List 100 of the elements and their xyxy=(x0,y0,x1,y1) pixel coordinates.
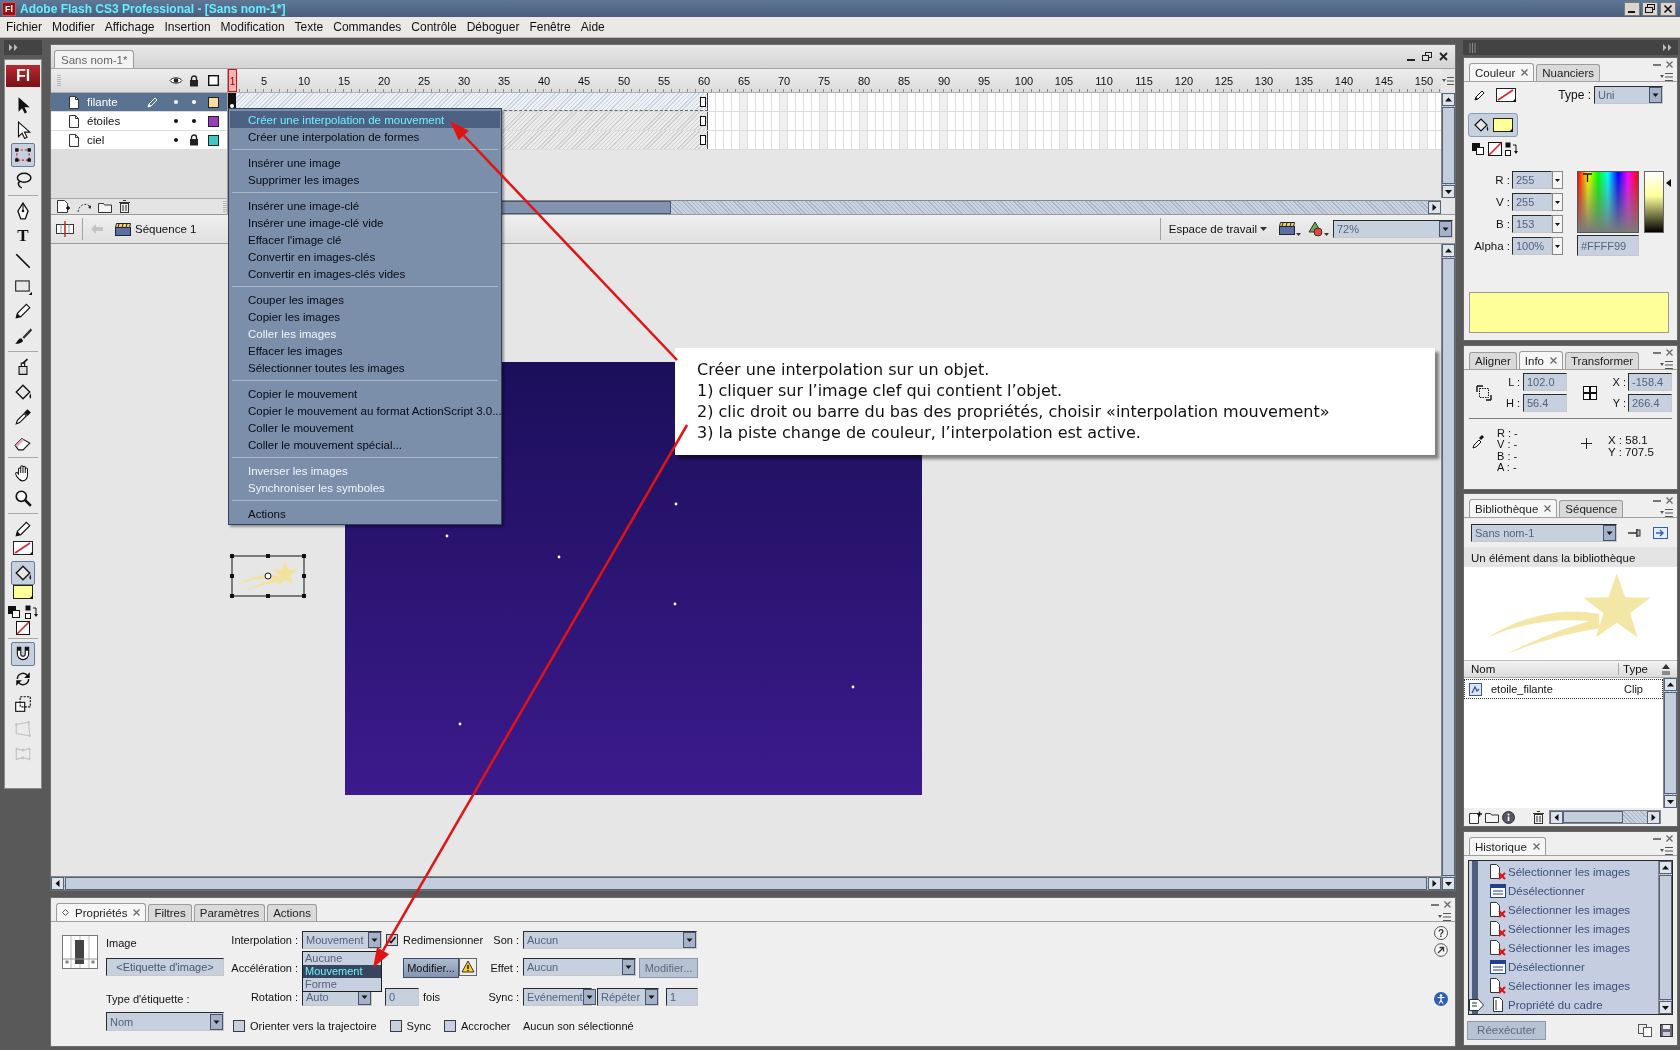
scroll-right-icon[interactable] xyxy=(1428,201,1441,214)
save-icon[interactable] xyxy=(1660,1023,1673,1037)
paint-bucket-icon[interactable] xyxy=(14,383,32,401)
new-library-icon[interactable] xyxy=(1653,526,1668,540)
edit-button[interactable]: Modifier... xyxy=(403,958,459,978)
menu-item[interactable]: Fenêtre xyxy=(524,18,576,36)
channel-field[interactable]: 255 xyxy=(1512,193,1552,211)
eye-icon[interactable] xyxy=(169,76,183,85)
close-panel-icon[interactable] xyxy=(1666,349,1673,356)
rotation-count-field[interactable]: 0 xyxy=(385,988,419,1006)
scroll-down-icon[interactable] xyxy=(1659,1001,1672,1014)
fill-type-dropdown[interactable]: Uni xyxy=(1594,85,1663,104)
playhead[interactable]: 1 xyxy=(228,69,237,92)
menu-item[interactable]: Coller le mouvement spécial... xyxy=(230,436,500,453)
menu-item[interactable]: Déboguer xyxy=(461,18,525,36)
no-color-icon[interactable] xyxy=(16,621,30,635)
timeline-menu-icon[interactable] xyxy=(1442,76,1454,86)
menu-item[interactable]: Insérer une image-clé vide xyxy=(230,214,500,231)
menu-item[interactable]: Sélectionner toutes les images xyxy=(230,359,500,376)
stroke-swatch[interactable] xyxy=(1496,87,1516,102)
vertical-scrollbar[interactable] xyxy=(1658,861,1672,1014)
close-panel-icon[interactable] xyxy=(1444,901,1451,908)
folder-icon[interactable] xyxy=(98,200,112,213)
menu-item[interactable]: Créer une interpolation de formes xyxy=(230,128,500,145)
menu-item[interactable]: Effacer l'image clé xyxy=(230,231,500,248)
menu-item[interactable]: Modifier xyxy=(47,18,100,36)
scroll-thumb[interactable] xyxy=(1442,107,1455,184)
value-field[interactable]: 56.4 xyxy=(1523,394,1567,412)
no-color-icon[interactable] xyxy=(1488,142,1502,156)
hex-field[interactable]: #FFFF99 xyxy=(1577,235,1639,256)
menu-item[interactable]: Contrôle xyxy=(406,18,462,36)
repeat-dropdown[interactable]: Répéter xyxy=(597,988,659,1006)
dropdown-option[interactable]: Forme xyxy=(303,978,339,991)
panel-tab[interactable]: Séquence xyxy=(1559,500,1624,517)
menu-item[interactable]: Insérer une image-clé xyxy=(230,197,500,214)
panel-menu-icon[interactable] xyxy=(1660,72,1673,82)
trash-icon[interactable] xyxy=(1533,810,1544,824)
panel-tab[interactable]: Actions xyxy=(267,904,317,921)
new-symbol-icon[interactable] xyxy=(1469,810,1482,824)
unlocked-dot-icon[interactable] xyxy=(192,119,196,123)
panel-menu-icon[interactable] xyxy=(1660,846,1673,856)
edit-scene-icon[interactable] xyxy=(1279,221,1301,237)
menu-item[interactable]: Copier le mouvement xyxy=(230,385,500,402)
panel-tab[interactable]: Nuanciers xyxy=(1536,64,1601,81)
checkbox[interactable] xyxy=(233,1020,245,1032)
scroll-thumb[interactable] xyxy=(1659,875,1672,1000)
checkbox[interactable] xyxy=(444,1020,456,1032)
rectangle-icon[interactable] xyxy=(14,277,32,295)
slider-marker-icon[interactable] xyxy=(1666,179,1671,187)
pencil-icon[interactable] xyxy=(14,302,32,320)
copy-steps-icon[interactable] xyxy=(1638,1023,1652,1037)
menu-item[interactable]: Commandes xyxy=(328,18,407,36)
workspace-menu[interactable]: Espace de travail xyxy=(1168,223,1267,235)
menu-item[interactable]: Créer une interpolation de mouvement xyxy=(230,111,500,128)
panel-menu-icon[interactable] xyxy=(1660,360,1673,370)
visible-dot-icon[interactable] xyxy=(174,100,178,104)
help-button[interactable]: ? xyxy=(1434,926,1448,940)
menu-item[interactable]: Insérer une image xyxy=(230,154,500,171)
scroll-thumb[interactable] xyxy=(1563,811,1623,823)
menu-item[interactable]: Copier le mouvement au format ActionScript 3.0... xyxy=(230,402,500,419)
vertical-scrollbar[interactable] xyxy=(1441,93,1455,198)
scroll-up-icon[interactable] xyxy=(1664,678,1677,691)
fill-swatch[interactable] xyxy=(13,585,33,599)
transform-box[interactable] xyxy=(230,554,306,598)
channel-field[interactable]: 153 xyxy=(1512,215,1552,233)
scroll-thumb[interactable] xyxy=(1664,692,1677,794)
line-icon[interactable] xyxy=(14,252,32,270)
pin-icon[interactable] xyxy=(1626,526,1641,540)
fill-color-control[interactable] xyxy=(1468,113,1518,137)
history-step[interactable]: Sélectionner les images xyxy=(1508,922,1631,935)
menu-item[interactable]: Coller le mouvement xyxy=(230,419,500,436)
circle-arrow-icon[interactable] xyxy=(1434,943,1448,957)
menu-item[interactable]: Effacer les images xyxy=(230,342,500,359)
checkbox[interactable] xyxy=(386,934,398,946)
minimize-icon[interactable] xyxy=(1624,1,1640,16)
panel-menu-icon[interactable] xyxy=(1438,912,1451,922)
default-colors-icon[interactable] xyxy=(1471,142,1485,156)
value-field[interactable]: 266.4 xyxy=(1628,394,1672,412)
history-step[interactable]: Sélectionner les images xyxy=(1508,903,1631,916)
menu-item[interactable]: Couper les images xyxy=(230,291,500,308)
close-icon[interactable] xyxy=(1439,52,1448,61)
transform-box-icon[interactable] xyxy=(11,143,35,167)
channel-field[interactable]: 255 xyxy=(1512,171,1552,189)
sound-dropdown[interactable]: Aucun xyxy=(523,931,697,949)
menu-item[interactable]: Insertion xyxy=(159,18,216,36)
default-colors-icon[interactable] xyxy=(7,605,21,619)
history-step[interactable]: Propriété du cadre xyxy=(1508,998,1603,1011)
scroll-down-icon[interactable] xyxy=(1442,185,1455,198)
swap-colors-icon[interactable] xyxy=(1505,142,1519,156)
library-item[interactable]: etoile_filante Clip xyxy=(1464,679,1663,699)
panel-menu-icon[interactable] xyxy=(1660,508,1673,518)
label-type-dropdown[interactable]: Nom xyxy=(106,1012,224,1031)
value-field[interactable]: -158.4 xyxy=(1628,373,1672,391)
panel-tab[interactable]: Info xyxy=(1518,351,1563,369)
menu-item[interactable]: Actions xyxy=(230,505,500,522)
scroll-left-icon[interactable] xyxy=(1550,811,1563,824)
visible-dot-icon[interactable] xyxy=(174,119,178,123)
fill-swatch[interactable] xyxy=(1493,118,1513,132)
value-field[interactable]: 102.0 xyxy=(1523,373,1567,391)
rotate-icon[interactable] xyxy=(14,670,32,688)
